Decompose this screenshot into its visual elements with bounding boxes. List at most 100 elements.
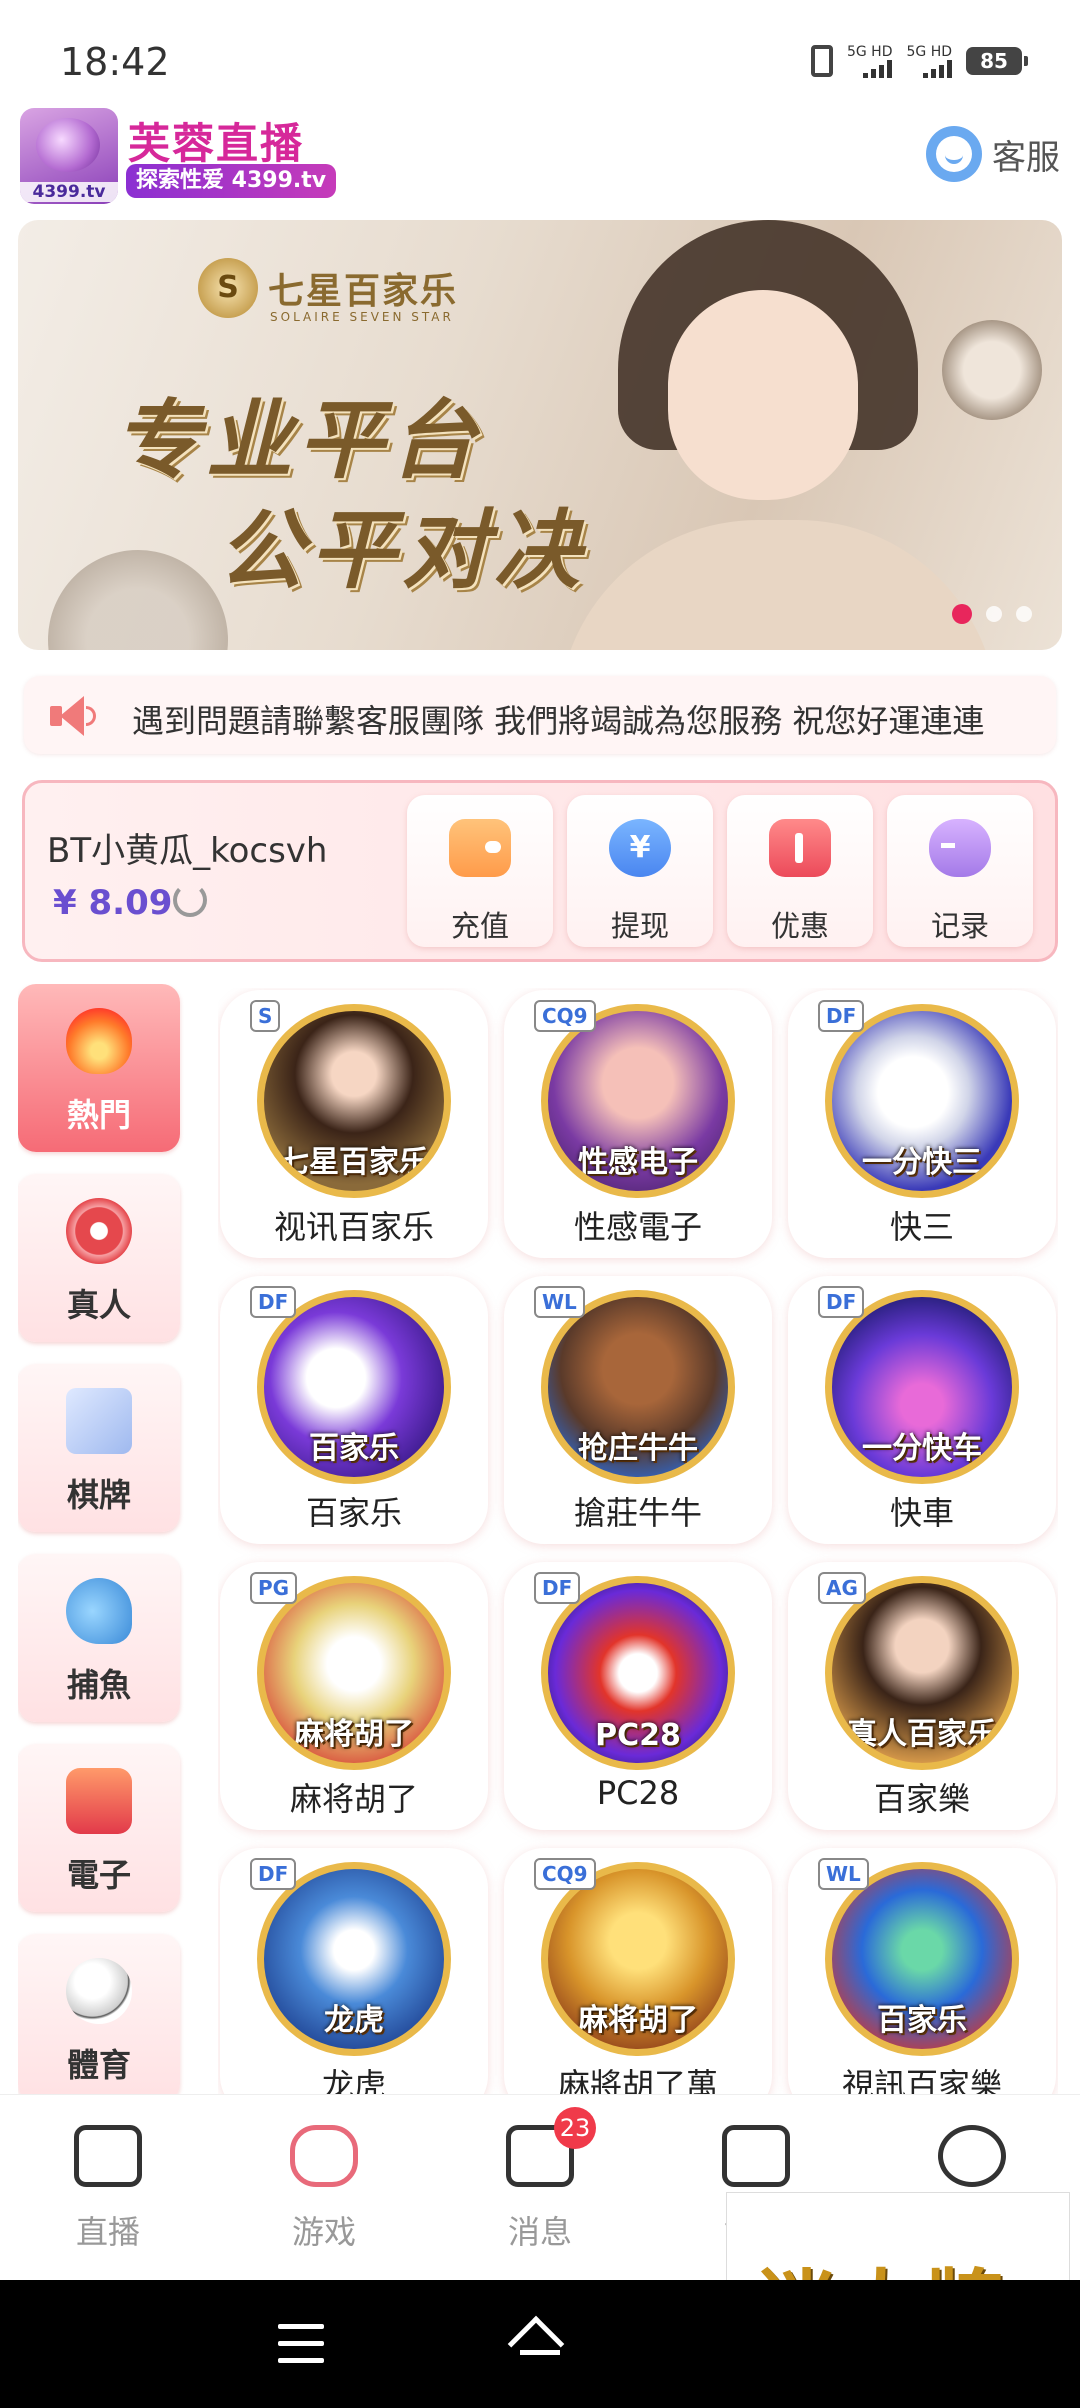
game-tile[interactable]: PC28 DF PC28 xyxy=(504,1562,772,1830)
game-art: 一分快三 xyxy=(825,1004,1019,1198)
category-slots[interactable]: 電子 xyxy=(18,1744,180,1912)
banner-dot-3[interactable] xyxy=(1016,606,1032,622)
status-bar: 18:42 5G HD 5G HD 85 xyxy=(0,0,1080,100)
records-button[interactable]: 记录 xyxy=(887,795,1033,947)
game-art-title: 一分快三 xyxy=(862,1145,982,1180)
game-name: 麻将胡了 xyxy=(289,1780,418,1818)
game-art: 七星百家乐 xyxy=(257,1004,451,1198)
game-grid: 七星百家乐 S 视讯百家乐 性感电子 CQ9 性感電子 一分快三 DF 快三 百… xyxy=(218,988,1058,2094)
tab-games[interactable]: 游戏 xyxy=(216,2121,432,2261)
app-logo: 4399.tv xyxy=(20,108,118,204)
tab-messages[interactable]: 23 消息 xyxy=(432,2107,648,2261)
logo-sub-text: 4399.tv xyxy=(20,182,118,202)
banner-brand-name: 七星百家乐 xyxy=(268,271,459,312)
vibrate-icon xyxy=(810,45,833,77)
category-label: 電子 xyxy=(66,1856,131,1894)
system-nav-bar xyxy=(0,2280,1080,2408)
game-tile[interactable]: 百家乐 WL 視訊百家樂 xyxy=(788,1848,1056,2094)
banner-dot-1[interactable] xyxy=(952,604,972,624)
announcement-bar[interactable]: 遇到問題請聯繫客服團隊 我們將竭誠為您服務 祝您好運連連 xyxy=(24,676,1056,754)
game-tile[interactable]: 七星百家乐 S 视讯百家乐 xyxy=(220,990,488,1258)
game-art-title: 性感电子 xyxy=(578,1145,698,1180)
category-label: 真人 xyxy=(66,1286,131,1324)
game-tile[interactable]: 真人百家乐 AG 百家樂 xyxy=(788,1562,1056,1830)
withdraw-label: 提现 xyxy=(610,909,669,943)
game-tile[interactable]: 性感电子 CQ9 性感電子 xyxy=(504,990,772,1258)
game-name: 搶莊牛牛 xyxy=(573,1494,702,1532)
game-tile[interactable]: 抢庄牛牛 WL 搶莊牛牛 xyxy=(504,1276,772,1544)
category-hot[interactable]: 熱門 xyxy=(18,984,180,1152)
app-header: 4399.tv 芙蓉直播 探索性爱 4399.tv 客服 xyxy=(20,108,1060,208)
game-name: 视讯百家乐 xyxy=(273,1208,434,1246)
game-art: PC28 xyxy=(541,1576,735,1770)
game-art-title: 七星百家乐 xyxy=(279,1145,429,1180)
game-art: 一分快车 xyxy=(825,1290,1019,1484)
menu-icon[interactable] xyxy=(278,2324,324,2364)
promo-banner[interactable]: S 七星百家乐 SOLAIRE SEVEN STAR 专业平台 公平对决 xyxy=(18,220,1062,650)
provider-badge: DF xyxy=(534,1572,581,1604)
wallet-icon xyxy=(722,2125,790,2187)
category-fishing[interactable]: 捕魚 xyxy=(18,1554,180,1722)
game-art-title: 百家乐 xyxy=(877,2003,967,2038)
provider-badge: DF xyxy=(250,1286,297,1318)
game-tile[interactable]: 一分快车 DF 快車 xyxy=(788,1276,1056,1544)
banner-model-face xyxy=(668,290,858,500)
tab-label: 游戏 xyxy=(291,2213,356,2251)
game-art-title: 抢庄牛牛 xyxy=(578,1431,698,1466)
game-name: 視訊百家樂 xyxy=(841,2066,1002,2094)
yen-icon: ¥ xyxy=(609,819,671,877)
banner-model-dress xyxy=(558,520,998,650)
game-name: 龙虎 xyxy=(321,2066,386,2094)
casino-chip-decoration xyxy=(942,320,1042,420)
signal-bars-icon xyxy=(863,60,893,78)
tab-label: 直播 xyxy=(75,2213,140,2251)
status-icons: 5G HD 5G HD 85 xyxy=(810,44,1028,78)
account-actions: 充值 ¥ 提现 优惠 记录 xyxy=(407,795,1033,947)
flame-icon xyxy=(66,1008,132,1074)
game-tile[interactable]: 麻将胡了 PG 麻将胡了 xyxy=(220,1562,488,1830)
banner-slogan-line2: 公平对决 xyxy=(218,501,586,601)
game-tile[interactable]: 龙虎 DF 龙虎 xyxy=(220,1848,488,2094)
game-art-title: 龙虎 xyxy=(324,2003,384,2038)
home-icon[interactable] xyxy=(507,2314,568,2373)
banner-slogan-line1: 专业平台 xyxy=(114,391,482,491)
category-sports[interactable]: 體育 xyxy=(18,1934,180,2094)
game-tile[interactable]: 百家乐 DF 百家乐 xyxy=(220,1276,488,1544)
game-art-title: 麻将胡了 xyxy=(294,1717,414,1752)
banner-pagination[interactable] xyxy=(952,604,1032,624)
game-tile[interactable]: 麻将胡了 CQ9 麻將胡了萬 xyxy=(504,1848,772,2094)
game-tile[interactable]: 一分快三 DF 快三 xyxy=(788,990,1056,1258)
seven-star-logo-icon: S xyxy=(198,258,258,318)
category-cards[interactable]: 棋牌 xyxy=(18,1364,180,1532)
slots-icon xyxy=(66,1768,132,1834)
account-panel: BT小黄瓜_kocsvh ¥ 8.09 充值 ¥ 提现 优惠 记录 xyxy=(22,780,1058,962)
deposit-button[interactable]: 充值 xyxy=(407,795,553,947)
game-name: 百家乐 xyxy=(305,1494,402,1532)
game-art: 抢庄牛牛 xyxy=(541,1290,735,1484)
game-art: 百家乐 xyxy=(825,1862,1019,2056)
game-name: 快三 xyxy=(889,1208,954,1246)
ticket-icon xyxy=(769,819,831,877)
category-label: 棋牌 xyxy=(66,1476,131,1514)
provider-badge: DF xyxy=(818,1286,865,1318)
game-art-title: 麻将胡了 xyxy=(578,2003,698,2038)
game-name: 百家樂 xyxy=(873,1780,970,1818)
balance: ¥ 8.09 xyxy=(53,883,173,923)
deposit-label: 充值 xyxy=(450,909,509,943)
promotions-button[interactable]: 优惠 xyxy=(727,795,873,947)
banner-dot-2[interactable] xyxy=(986,606,1002,622)
tab-label: 消息 xyxy=(507,2213,572,2251)
game-name: PC28 xyxy=(596,1774,680,1812)
casino-chip-decoration xyxy=(48,550,228,650)
withdraw-button[interactable]: ¥ 提现 xyxy=(567,795,713,947)
refresh-icon[interactable] xyxy=(173,883,207,917)
headset-icon xyxy=(926,126,982,182)
game-name: 快車 xyxy=(889,1494,954,1532)
records-label: 记录 xyxy=(930,909,989,943)
signal-1: 5G HD xyxy=(847,44,893,78)
tab-live[interactable]: 直播 xyxy=(0,2121,216,2261)
customer-service-button[interactable]: 客服 xyxy=(926,126,1060,182)
category-label: 捕魚 xyxy=(66,1666,131,1704)
category-live[interactable]: 真人 xyxy=(18,1174,180,1342)
provider-badge: CQ9 xyxy=(534,1000,596,1032)
